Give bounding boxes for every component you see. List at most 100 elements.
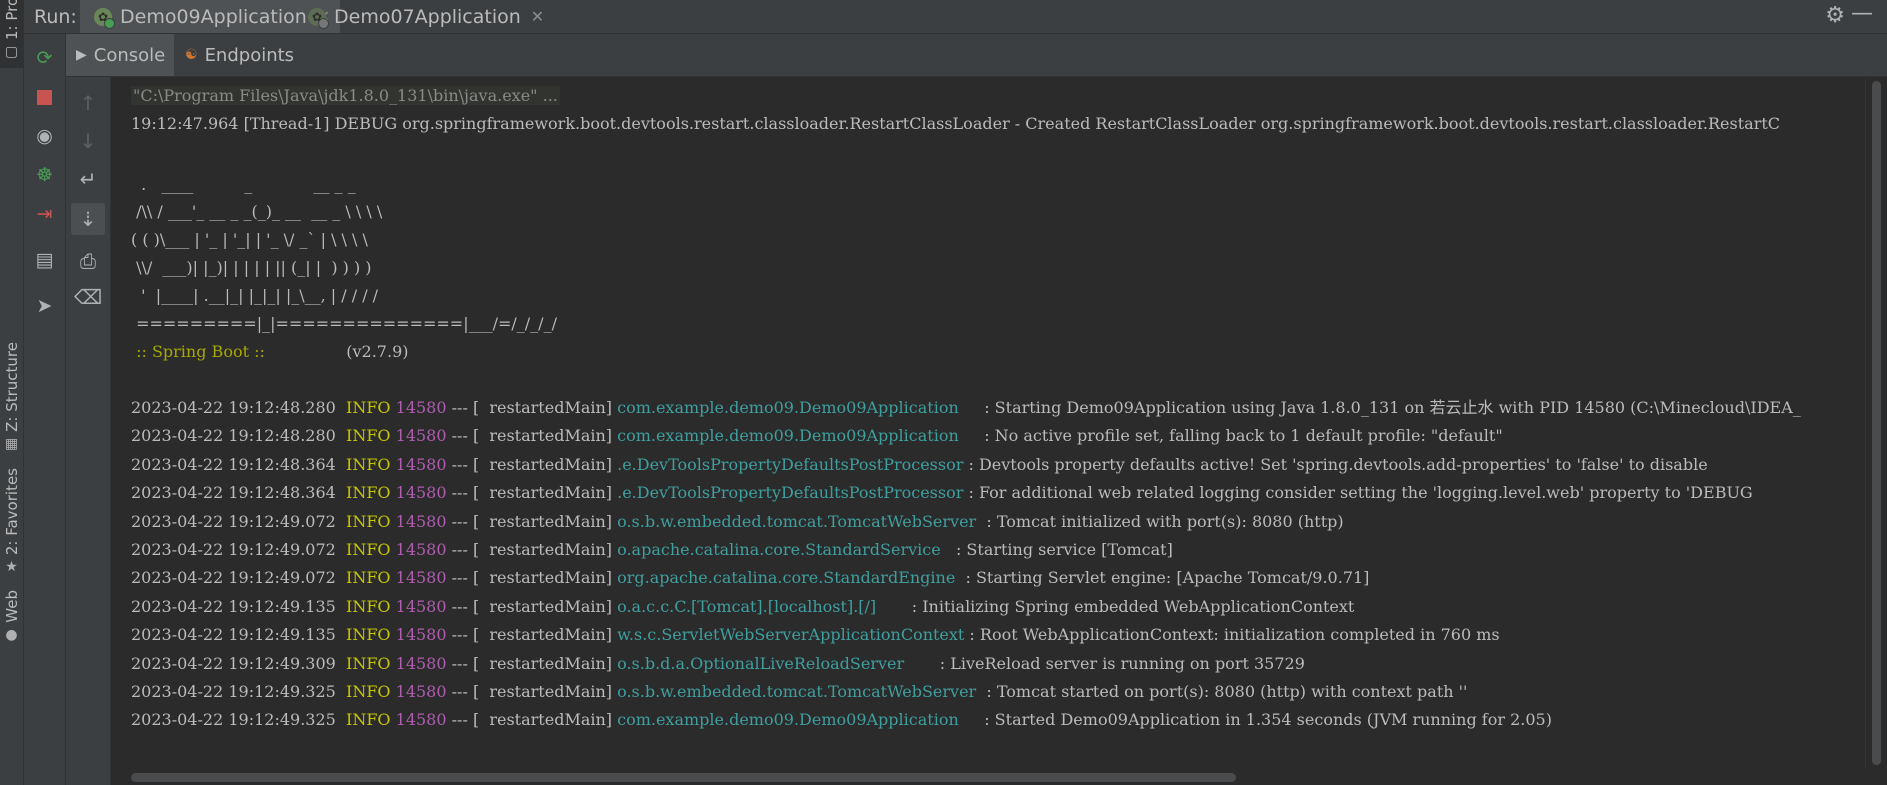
log-pid: 14580 (395, 540, 447, 559)
log-msg: : Tomcat started on port(s): 8080 (http)… (981, 682, 1468, 701)
minimize-icon[interactable]: — (1851, 1, 1873, 26)
log-level: INFO (346, 625, 391, 645)
console-icon: ▶ (76, 47, 87, 63)
run-tab-demo07[interactable]: ✿ Demo07Application ✕ (294, 0, 554, 33)
log-sep: --- [ restartedMain] (446, 625, 618, 645)
stop-icon[interactable] (24, 81, 65, 113)
log-pid: 14580 (395, 426, 447, 446)
log-logger: .e.DevToolsPropertyDefaultsPostProcessor (617, 483, 964, 503)
log-pid: 14580 (395, 511, 447, 531)
banner-line: ( ( )\___ | '_ | '_| | '_ \/ _` | \ \ \ … (131, 230, 368, 249)
log-line: 2023-04-22 19:12:49.135 INFO 14580 --- [… (131, 594, 1354, 620)
banner-line: . ____ _ __ _ _ (131, 175, 356, 194)
arrow-up-icon[interactable]: ↑ (71, 87, 105, 119)
soft-wrap-icon[interactable]: ↵ (71, 163, 105, 195)
log-ts: 2023-04-22 19:12:49.072 (131, 568, 336, 588)
layout-icon[interactable]: ▤ (24, 244, 65, 276)
banner-line: =========|_|==============|___/=/_/_/_/ (131, 314, 557, 333)
horizontal-scrollbar[interactable] (111, 769, 1866, 785)
scroll-to-end-icon[interactable]: ⇣ (71, 203, 105, 235)
console-tab-bar: ▶ Console ☯ Endpoints (66, 34, 1887, 77)
log-line: 2023-04-22 19:12:49.325 INFO 14580 --- [… (131, 707, 1552, 733)
log-pid: 14580 (395, 710, 447, 730)
log-line: 2023-04-22 19:12:48.280 INFO 14580 --- [… (131, 395, 1801, 421)
log-pid: 14580 (395, 625, 447, 645)
log-sep: --- [ restartedMain] (446, 540, 618, 559)
log-line: 2023-04-22 19:12:48.280 INFO 14580 --- [… (131, 423, 1503, 449)
tab-endpoints[interactable]: ☯ Endpoints (175, 34, 304, 76)
log-line: 2023-04-22 19:12:49.072 INFO 14580 --- [… (131, 509, 1344, 535)
gear-icon[interactable]: ⚙ (1825, 3, 1845, 28)
structure-tool-label: Z: Structure (2, 342, 21, 432)
log-msg: : For additional web related logging con… (963, 483, 1753, 503)
spring-boot-version-line: :: Spring Boot :: (v2.7.9) (131, 339, 408, 365)
log-ts: 2023-04-22 19:12:48.364 (131, 483, 336, 503)
log-msg: : Root WebApplicationContext: initializa… (964, 625, 1500, 645)
log-sep: --- [ restartedMain] (446, 454, 618, 474)
log-msg: : Devtools property defaults active! Set… (963, 454, 1708, 474)
vertical-scrollbar[interactable] (1865, 79, 1887, 769)
debug-icon[interactable]: ☸ (24, 159, 65, 191)
log-pid: 14580 (395, 568, 447, 588)
log-msg: : No active profile set, falling back to… (979, 426, 1503, 446)
log-level: INFO (346, 710, 391, 730)
log-ts: 2023-04-22 19:12:49.072 (131, 511, 336, 531)
log-logger: o.s.b.w.embedded.tomcat.TomcatWebServer (617, 511, 982, 531)
spring-boot-version: (v2.7.9) (346, 342, 409, 361)
log-sep: --- [ restartedMain] (446, 682, 618, 701)
log-line: 2023-04-22 19:12:49.309 INFO 14580 --- [… (131, 651, 1305, 677)
log-logger: o.s.b.w.embedded.tomcat.TomcatWebServer (617, 682, 982, 701)
close-icon[interactable]: ✕ (531, 7, 544, 26)
spring-boot-label: :: Spring Boot :: (131, 342, 265, 361)
tab-console[interactable]: ▶ Console (66, 34, 174, 76)
print-icon[interactable]: ⎙ (71, 245, 105, 277)
log-ts: 2023-04-22 19:12:48.280 (131, 426, 336, 446)
log-sep: --- [ restartedMain] (446, 426, 618, 446)
log-logger: .e.DevToolsPropertyDefaultsPostProcessor (617, 454, 964, 474)
command-line: "C:\Program Files\Java\jdk1.8.0_131\bin\… (131, 86, 560, 105)
log-line: 2023-04-22 19:12:49.135 INFO 14580 --- [… (131, 622, 1500, 648)
banner-line: /\\ / ___'_ __ _ _(_)_ __ __ _ \ \ \ \ (131, 202, 383, 221)
web-tool-label: Web (2, 590, 21, 623)
project-tool-button[interactable]: 1: Project ▢ (0, 0, 23, 68)
log-line: 2023-04-22 19:12:48.364 INFO 14580 --- [… (131, 452, 1708, 478)
log-line: 2023-04-22 19:12:48.364 INFO 14580 --- [… (131, 480, 1753, 506)
favorites-tool-button[interactable]: 2: Favorites ★ (0, 468, 23, 575)
log-ts: 2023-04-22 19:12:49.135 (131, 625, 336, 645)
log-logger: o.a.c.c.C.[Tomcat].[localhost].[/] (617, 596, 907, 616)
log-ts: 2023-04-22 19:12:49.325 (131, 710, 336, 730)
trash-icon[interactable]: ⌫ (71, 281, 105, 313)
log-level: INFO (346, 398, 391, 417)
log-ts: 2023-04-22 19:12:48.364 (131, 454, 336, 474)
web-tool-button[interactable]: Web ● (0, 590, 23, 643)
log-msg: : Tomcat initialized with port(s): 8080 … (981, 511, 1344, 531)
camera-icon[interactable]: ◉ (24, 120, 65, 152)
star-icon: ★ (5, 559, 18, 576)
structure-tool-button[interactable]: Z: Structure ▦ (0, 342, 23, 452)
log-msg: : Initializing Spring embedded WebApplic… (906, 596, 1355, 616)
console-output[interactable]: "C:\Program Files\Java\jdk1.8.0_131\bin\… (111, 79, 1866, 769)
structure-icon: ▦ (4, 435, 19, 452)
project-tool-label: 1: Project (2, 0, 21, 40)
log-ts: 2023-04-22 19:12:49.072 (131, 540, 336, 559)
favorites-tool-label: 2: Favorites (2, 468, 21, 556)
log-logger: com.example.demo09.Demo09Application (617, 398, 980, 417)
exit-icon[interactable]: ⇥ (24, 198, 65, 230)
log-level: INFO (346, 511, 391, 531)
folder-icon: ▢ (4, 44, 19, 60)
log-pid: 14580 (395, 682, 447, 701)
vertical-scroll-thumb[interactable] (1872, 81, 1881, 765)
log-ts: 2023-04-22 19:12:49.309 (131, 653, 336, 673)
log-pid: 14580 (395, 483, 447, 503)
log-line: 2023-04-22 19:12:49.072 INFO 14580 --- [… (131, 537, 1173, 563)
log-logger: w.s.c.ServletWebServerApplicationContext (617, 625, 965, 645)
arrow-down-icon[interactable]: ↓ (71, 125, 105, 157)
pin-icon[interactable]: ➤ (24, 290, 65, 322)
console-toolbar: ↑ ↓ ↵ ⇣ ⎙ ⌫ (66, 77, 111, 785)
tab-console-label: Console (93, 44, 166, 66)
horizontal-scroll-thumb[interactable] (131, 773, 1236, 782)
rerun-icon[interactable]: ⟳ (24, 42, 65, 74)
log-level: INFO (346, 682, 391, 701)
log-level: INFO (346, 653, 391, 673)
log-level: INFO (346, 568, 391, 588)
